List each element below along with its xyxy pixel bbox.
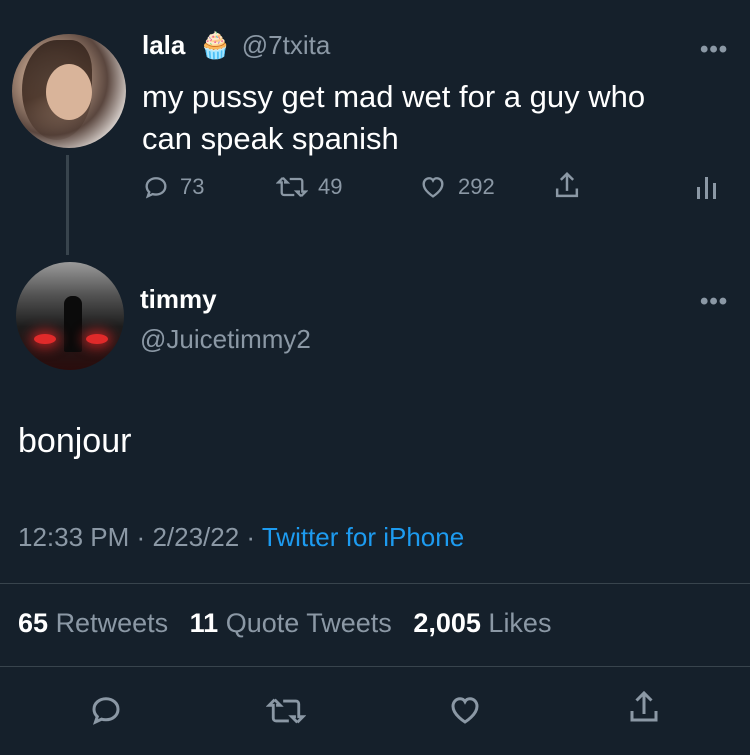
parent-display-name[interactable]: lala <box>142 30 185 61</box>
reply-button[interactable] <box>88 692 124 733</box>
avatar-timmy[interactable] <box>16 262 124 370</box>
reply-tweet-text: bonjour <box>18 422 132 460</box>
parent-retweet-button[interactable]: 49 <box>276 173 342 201</box>
tweet-source-link[interactable]: Twitter for iPhone <box>262 522 464 552</box>
parent-analytics-button[interactable] <box>696 173 718 206</box>
analytics-icon <box>697 177 716 199</box>
avatar-red-light-left <box>34 334 56 344</box>
avatar-face <box>46 64 92 120</box>
like-button[interactable] <box>446 692 484 733</box>
reply-handle[interactable]: @Juicetimmy2 <box>140 324 311 355</box>
thread-connector-line <box>66 155 69 255</box>
retweet-icon <box>276 177 308 197</box>
cupcake-badge-icon: 🧁 <box>199 30 232 60</box>
likes-count: 2,005 <box>413 608 481 638</box>
reply-action-bar <box>0 686 750 736</box>
parent-tweet-text: my pussy get mad wet for a guy who can s… <box>142 79 646 156</box>
avatar-figure <box>64 296 82 352</box>
avatar-red-light-right <box>86 334 108 344</box>
parent-reply-count: 73 <box>180 174 205 199</box>
avatar-lala[interactable] <box>12 34 126 148</box>
retweets-count: 65 <box>18 608 49 638</box>
parent-handle[interactable]: @7txita <box>242 30 331 61</box>
retweets-stat[interactable]: 65 Retweets <box>18 608 190 638</box>
retweet-button[interactable] <box>265 694 307 733</box>
likes-stat[interactable]: 2,005 Likes <box>413 608 551 638</box>
parent-like-button[interactable]: 292 <box>418 173 495 201</box>
quote-tweets-count: 11 <box>189 608 219 638</box>
like-icon <box>422 177 444 198</box>
retweet-icon <box>265 698 307 724</box>
share-icon <box>630 690 658 722</box>
parent-like-count: 292 <box>458 174 495 199</box>
tweet-time[interactable]: 12:33 PM <box>18 522 129 552</box>
engagement-stats: 65 Retweets 11 Quote Tweets 2,005 Likes <box>18 608 551 639</box>
parent-share-button[interactable] <box>552 170 592 202</box>
like-icon <box>451 697 479 724</box>
divider <box>0 583 750 584</box>
tweet-date[interactable]: 2/23/22 <box>152 522 239 552</box>
meta-separator: · <box>136 522 146 552</box>
parent-retweet-count: 49 <box>318 174 343 199</box>
likes-label: Likes <box>488 608 552 638</box>
reply-icon <box>145 177 167 199</box>
parent-tweet-header: lala 🧁 @7txita <box>142 30 330 61</box>
parent-more-button[interactable]: ••• <box>700 36 728 64</box>
parent-reply-button[interactable]: 73 <box>142 173 204 201</box>
divider <box>0 666 750 667</box>
quote-tweets-label: Quote Tweets <box>225 608 392 638</box>
reply-tweet-meta: 12:33 PM · 2/23/22 · Twitter for iPhone <box>18 522 464 553</box>
retweets-label: Retweets <box>55 608 169 638</box>
quote-tweets-stat[interactable]: 11 Quote Tweets <box>190 608 414 638</box>
share-button[interactable] <box>626 688 662 733</box>
reply-more-button[interactable]: ••• <box>700 288 728 316</box>
share-icon <box>555 171 579 198</box>
reply-display-name[interactable]: timmy <box>140 284 217 315</box>
reply-icon <box>92 697 120 725</box>
meta-separator: · <box>246 522 256 552</box>
